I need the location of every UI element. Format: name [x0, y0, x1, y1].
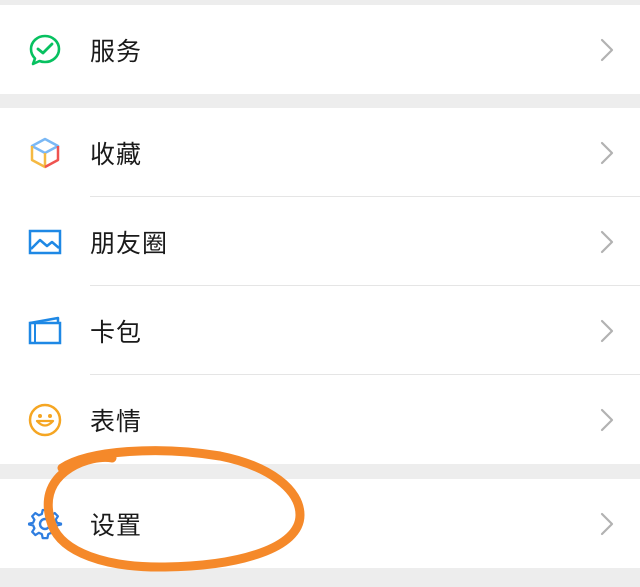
settings-group: 设置 [0, 479, 640, 568]
moments-label: 朋友圈 [90, 228, 169, 258]
settings-row[interactable]: 设置 [0, 479, 640, 568]
chevron-right-icon [600, 319, 614, 343]
moments-picture-icon [26, 223, 64, 261]
me-tab-page: 服务 收藏 朋友圈 卡包 表情 设置 [0, 0, 640, 587]
card-wallet-icon [26, 312, 64, 350]
favorites-row[interactable]: 收藏 [0, 108, 640, 197]
settings-label: 设置 [90, 510, 143, 540]
stickers-smiley-icon [26, 401, 64, 439]
favorites-label: 收藏 [90, 139, 143, 169]
stickers-row[interactable]: 表情 [0, 375, 640, 464]
chevron-right-icon [600, 230, 614, 254]
favorites-cube-icon [26, 134, 64, 172]
services-row[interactable]: 服务 [0, 5, 640, 94]
card-wallet-row[interactable]: 卡包 [0, 286, 640, 375]
content-group: 收藏 朋友圈 卡包 表情 [0, 108, 640, 464]
moments-row[interactable]: 朋友圈 [0, 197, 640, 286]
services-label: 服务 [90, 36, 143, 66]
chevron-right-icon [600, 141, 614, 165]
settings-gear-icon [26, 505, 64, 543]
services-check-bubble-icon [26, 31, 64, 69]
chevron-right-icon [600, 408, 614, 432]
services-group: 服务 [0, 5, 640, 94]
stickers-label: 表情 [90, 406, 143, 436]
chevron-right-icon [600, 38, 614, 62]
card-wallet-label: 卡包 [90, 317, 143, 347]
chevron-right-icon [600, 512, 614, 536]
